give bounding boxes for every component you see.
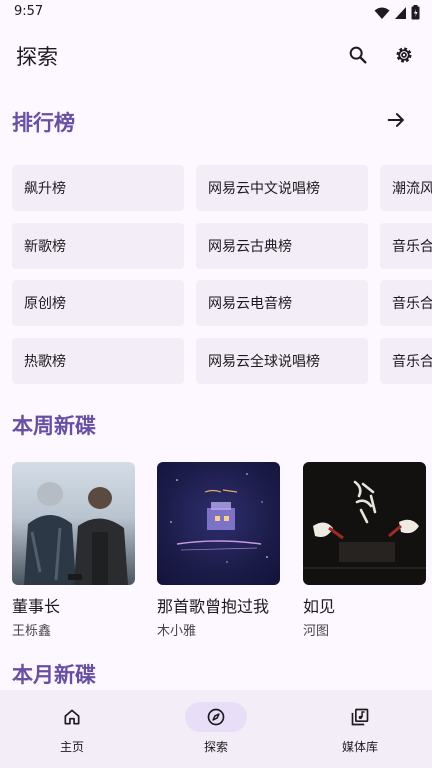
nav-indicator <box>41 702 103 732</box>
chart-chip[interactable]: 音乐合 <box>380 223 432 269</box>
compass-icon <box>207 708 225 726</box>
search-button[interactable] <box>344 41 372 69</box>
battery-icon <box>411 5 420 20</box>
chart-chip[interactable]: 潮流风 <box>380 165 432 211</box>
album-card[interactable]: 如见 河图 <box>303 462 426 639</box>
chart-chip[interactable]: 音乐合 <box>380 280 432 326</box>
chart-chip[interactable]: 原创榜 <box>12 280 184 326</box>
settings-button[interactable] <box>390 41 418 69</box>
nav-item-explore[interactable]: 探索 <box>144 690 288 768</box>
arrow-right-icon <box>387 113 404 127</box>
album-artist: 王栎鑫 <box>12 624 52 639</box>
chart-chip[interactable]: 音乐合 <box>380 338 432 384</box>
week-albums-section-title: 本周新碟 <box>12 414 96 438</box>
album-artist: 河图 <box>303 624 330 639</box>
album-cover <box>303 462 426 585</box>
home-icon <box>64 709 80 725</box>
nav-indicator <box>185 702 247 732</box>
chart-chip[interactable]: 网易云古典榜 <box>196 223 368 269</box>
charts-section-title: 排行榜 <box>12 111 75 135</box>
bottom-navigation: 主页 探索 媒体库 <box>0 690 432 768</box>
album-cover <box>157 462 280 585</box>
library-music-icon <box>351 708 369 726</box>
top-app-bar: 探索 <box>0 26 432 84</box>
nav-label: 主页 <box>59 740 84 754</box>
album-cover <box>12 462 135 585</box>
month-albums-section-title: 本月新碟 <box>12 663 96 687</box>
album-title: 董事长 <box>12 597 61 616</box>
album-card[interactable]: 那首歌曾抱过我 木小雅 <box>157 462 280 639</box>
signal-icon <box>395 6 406 19</box>
chart-chip[interactable]: 热歌榜 <box>12 338 184 384</box>
nav-item-library[interactable]: 媒体库 <box>288 690 432 768</box>
chart-chip[interactable]: 网易云中文说唱榜 <box>196 165 368 211</box>
status-bar: 9:57 <box>0 0 432 26</box>
gear-icon <box>396 47 412 63</box>
album-card[interactable]: 董事长 王栎鑫 <box>12 462 135 639</box>
charts-more-button[interactable] <box>382 106 410 134</box>
search-icon <box>349 46 367 64</box>
wifi-icon <box>374 7 390 19</box>
nav-label: 探索 <box>203 740 228 754</box>
nav-indicator <box>329 702 391 732</box>
status-time: 9:57 <box>14 4 44 19</box>
album-artist: 木小雅 <box>157 624 197 639</box>
chart-chip[interactable]: 飙升榜 <box>12 165 184 211</box>
status-icons <box>374 5 420 20</box>
chart-chip[interactable]: 网易云全球说唱榜 <box>196 338 368 384</box>
nav-item-home[interactable]: 主页 <box>0 690 144 768</box>
chart-grid: 飙升榜 新歌榜 原创榜 热歌榜 网易云中文说唱榜 网易云古典榜 网易云电音榜 网… <box>0 165 432 385</box>
page-title: 探索 <box>16 45 58 69</box>
chart-chip[interactable]: 新歌榜 <box>12 223 184 269</box>
album-title: 如见 <box>303 597 336 616</box>
chart-chip[interactable]: 网易云电音榜 <box>196 280 368 326</box>
album-title: 那首歌曾抱过我 <box>157 597 270 616</box>
nav-label: 媒体库 <box>341 740 378 754</box>
